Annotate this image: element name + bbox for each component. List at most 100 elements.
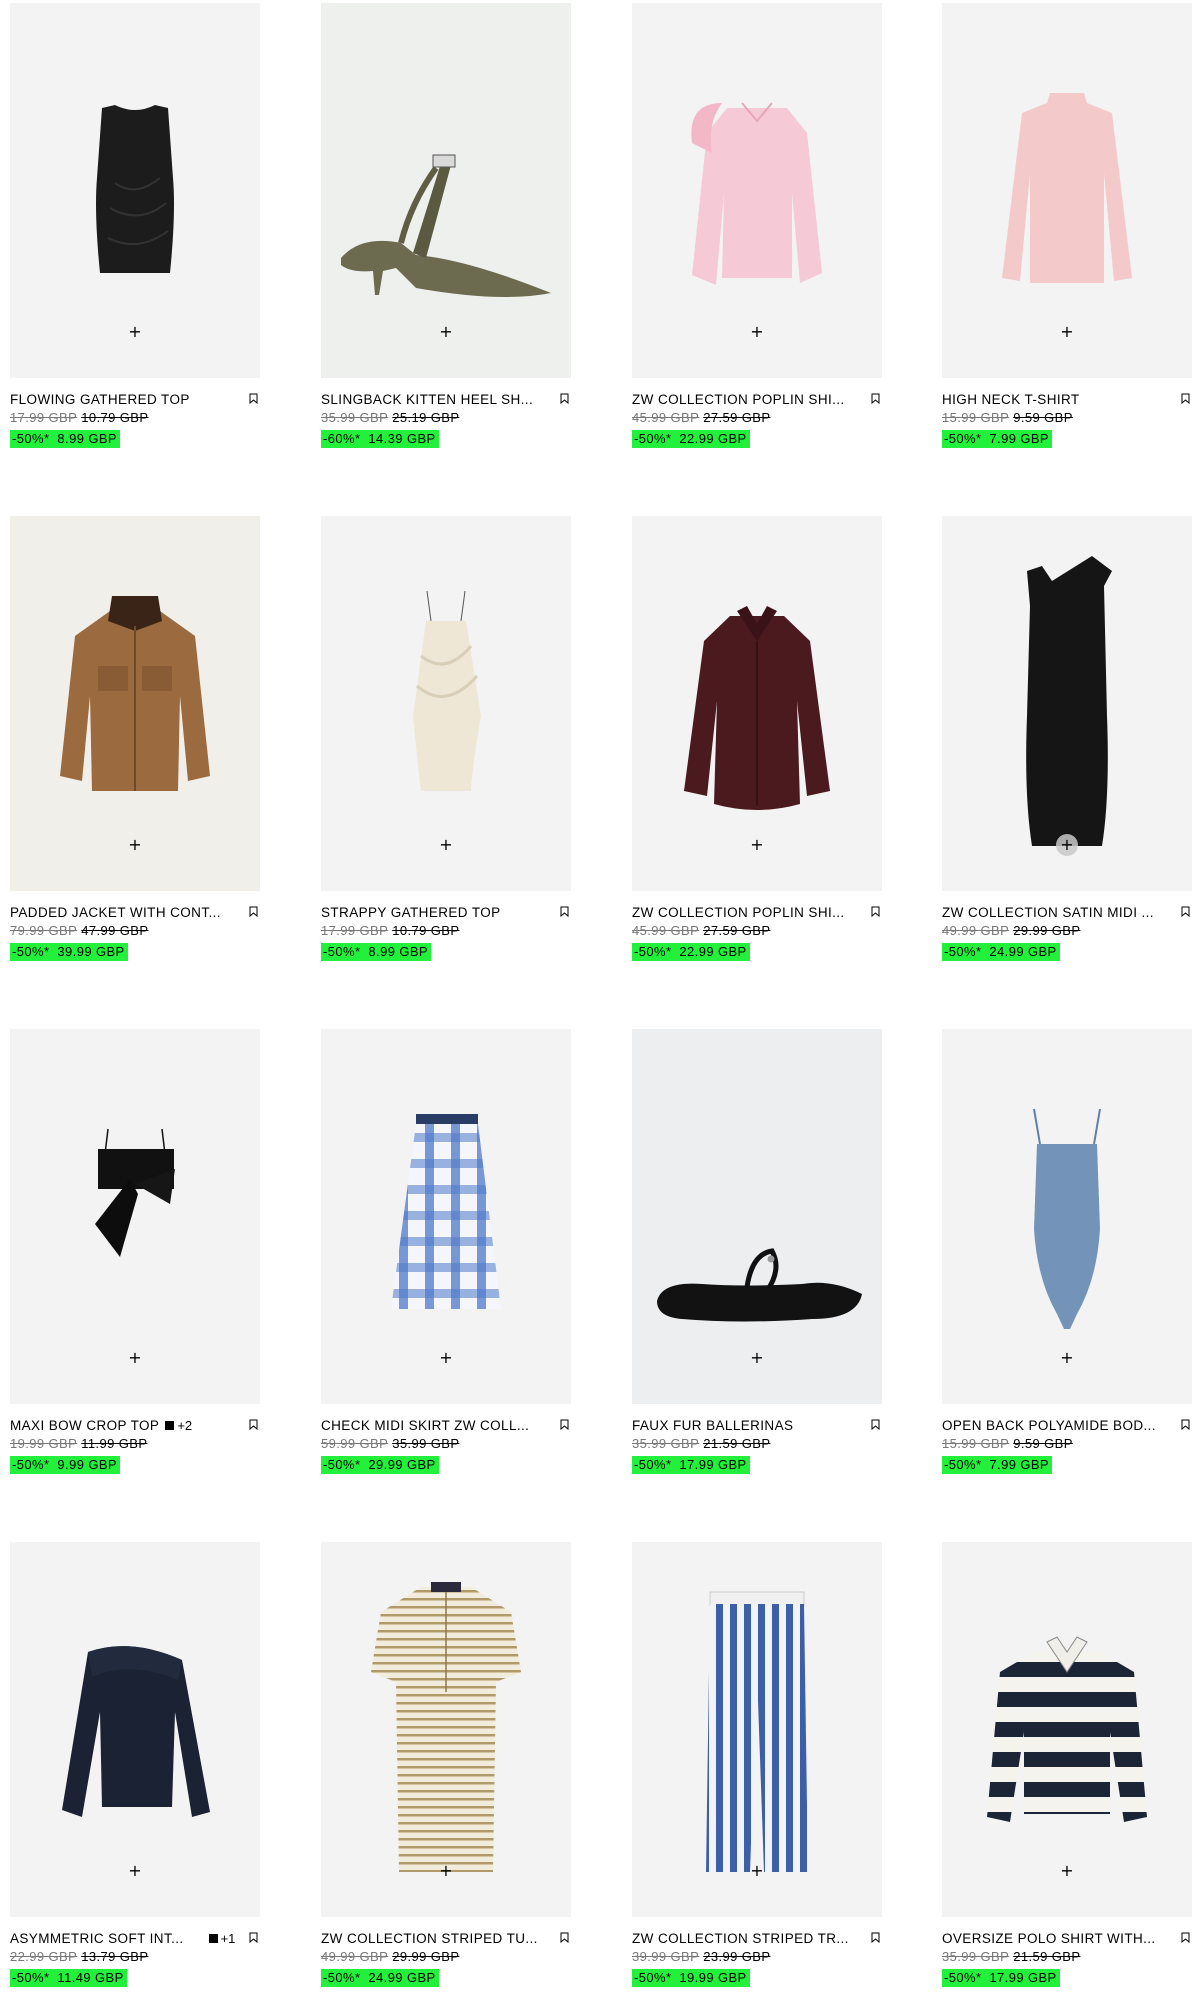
product-card[interactable]: + STRAPPY GATHERED TOP 17.99 GBP 10.79 GB… <box>321 516 571 961</box>
product-name[interactable]: SLINGBACK KITTEN HEEL SH... <box>321 392 533 407</box>
previous-price: 9.59 GBP <box>1013 1436 1073 1451</box>
price-row: 17.99 GBP 10.79 GBP <box>10 410 260 426</box>
product-name[interactable]: CHECK MIDI SKIRT ZW COLL... <box>321 1418 529 1433</box>
sale-badge: -50%* 17.99 GBP <box>942 1969 1060 1987</box>
original-price: 15.99 GBP <box>942 1436 1010 1451</box>
product-name[interactable]: OVERSIZE POLO SHIRT WITH... <box>942 1931 1156 1946</box>
bookmark-icon[interactable] <box>871 1419 880 1430</box>
bookmark-icon[interactable] <box>1181 393 1190 404</box>
product-card[interactable]: + ZW COLLECTION POPLIN SHI... 45.99 GBP 2… <box>632 516 882 961</box>
add-to-cart-plus-icon[interactable]: + <box>124 1860 146 1882</box>
product-name[interactable]: ZW COLLECTION POPLIN SHI... <box>632 392 845 407</box>
product-name[interactable]: OPEN BACK POLYAMIDE BOD... <box>942 1418 1156 1433</box>
sale-badge: -50%* 8.99 GBP <box>321 943 431 961</box>
product-card[interactable]: + FAUX FUR BALLERINAS 35.99 GBP 21.59 GBP… <box>632 1029 882 1474</box>
bookmark-icon[interactable] <box>560 1419 569 1430</box>
product-card[interactable]: + ASYMMETRIC SOFT INT... +1 22.99 GBP 13.7… <box>10 1542 260 1987</box>
color-swatch[interactable] <box>165 1420 175 1430</box>
add-to-cart-plus-icon[interactable]: + <box>1056 834 1078 856</box>
bookmark-icon[interactable] <box>560 906 569 917</box>
product-image[interactable]: + <box>632 516 882 891</box>
product-image[interactable]: + <box>10 516 260 891</box>
add-to-cart-plus-icon[interactable]: + <box>1056 1347 1078 1369</box>
bookmark-icon[interactable] <box>1181 906 1190 917</box>
extra-colors-count[interactable]: +2 <box>177 1418 192 1433</box>
bookmark-icon[interactable] <box>871 393 880 404</box>
product-image[interactable]: + <box>942 516 1192 891</box>
bookmark-icon[interactable] <box>249 1419 258 1430</box>
add-to-cart-plus-icon[interactable]: + <box>124 834 146 856</box>
product-card[interactable]: + ZW COLLECTION POPLIN SHI... 45.99 GBP 2… <box>632 3 882 448</box>
product-image[interactable]: + <box>10 1542 260 1917</box>
sale-price: 11.49 GBP <box>57 1970 124 1985</box>
sale-price: 7.99 GBP <box>989 431 1049 446</box>
add-to-cart-plus-icon[interactable]: + <box>746 834 768 856</box>
add-to-cart-plus-icon[interactable]: + <box>435 1347 457 1369</box>
product-image[interactable]: + <box>942 3 1192 378</box>
product-name[interactable]: ZW COLLECTION POPLIN SHI... <box>632 905 845 920</box>
product-card[interactable]: + FLOWING GATHERED TOP 17.99 GBP 10.79 GB… <box>10 3 260 448</box>
add-to-cart-plus-icon[interactable]: + <box>435 321 457 343</box>
product-name[interactable]: ASYMMETRIC SOFT INT... <box>10 1931 184 1946</box>
bookmark-icon[interactable] <box>1181 1419 1190 1430</box>
product-card[interactable]: + SLINGBACK KITTEN HEEL SH... 35.99 GBP 2… <box>321 3 571 448</box>
sale-badge: -50%* 22.99 GBP <box>632 430 750 448</box>
product-image[interactable]: + <box>632 3 882 378</box>
product-name[interactable]: ZW COLLECTION STRIPED TR... <box>632 1931 849 1946</box>
previous-price: 10.79 GBP <box>392 923 460 938</box>
previous-price: 35.99 GBP <box>392 1436 460 1451</box>
product-image[interactable]: + <box>632 1029 882 1404</box>
original-price: 59.99 GBP <box>321 1436 389 1451</box>
product-image[interactable]: + <box>10 1029 260 1404</box>
bookmark-icon[interactable] <box>249 906 258 917</box>
product-name[interactable]: STRAPPY GATHERED TOP <box>321 905 501 920</box>
product-image[interactable]: + <box>10 3 260 378</box>
color-swatch[interactable] <box>208 1933 218 1943</box>
discount-percent: -50%* <box>634 1970 672 1985</box>
product-name[interactable]: ZW COLLECTION STRIPED TU... <box>321 1931 538 1946</box>
bookmark-icon[interactable] <box>560 1932 569 1943</box>
product-image[interactable]: + <box>321 3 571 378</box>
product-card[interactable]: + CHECK MIDI SKIRT ZW COLL... 59.99 GBP 3… <box>321 1029 571 1474</box>
bookmark-icon[interactable] <box>871 1932 880 1943</box>
bookmark-icon[interactable] <box>249 1932 258 1943</box>
bookmark-icon[interactable] <box>871 906 880 917</box>
product-name[interactable]: FLOWING GATHERED TOP <box>10 392 190 407</box>
add-to-cart-plus-icon[interactable]: + <box>1056 321 1078 343</box>
product-card[interactable]: + ZW COLLECTION STRIPED TU... 49.99 GBP 2… <box>321 1542 571 1987</box>
discount-percent: -50%* <box>323 1970 361 1985</box>
product-card[interactable]: + ZW COLLECTION SATIN MIDI ... 49.99 GBP… <box>942 516 1192 961</box>
product-image[interactable]: + <box>321 516 571 891</box>
bookmark-icon[interactable] <box>1181 1932 1190 1943</box>
discount-percent: -60%* <box>323 431 361 446</box>
product-name[interactable]: HIGH NECK T-SHIRT <box>942 392 1080 407</box>
extra-colors-count[interactable]: +1 <box>221 1931 236 1946</box>
product-card[interactable]: + OVERSIZE POLO SHIRT WITH... 35.99 GBP 2… <box>942 1542 1192 1987</box>
bookmark-icon[interactable] <box>560 393 569 404</box>
product-image[interactable]: + <box>321 1542 571 1917</box>
product-name[interactable]: PADDED JACKET WITH CONT... <box>10 905 221 920</box>
add-to-cart-plus-icon[interactable]: + <box>746 321 768 343</box>
add-to-cart-plus-icon[interactable]: + <box>435 1860 457 1882</box>
add-to-cart-plus-icon[interactable]: + <box>124 321 146 343</box>
product-name[interactable]: ZW COLLECTION SATIN MIDI ... <box>942 905 1154 920</box>
add-to-cart-plus-icon[interactable]: + <box>746 1347 768 1369</box>
product-image[interactable]: + <box>632 1542 882 1917</box>
product-card[interactable]: + ZW COLLECTION STRIPED TR... 39.99 GBP 2… <box>632 1542 882 1987</box>
bookmark-icon[interactable] <box>249 393 258 404</box>
product-card[interactable]: + HIGH NECK T-SHIRT 15.99 GBP 9.59 GBP -5… <box>942 3 1192 448</box>
add-to-cart-plus-icon[interactable]: + <box>746 1860 768 1882</box>
product-image[interactable]: + <box>321 1029 571 1404</box>
product-image[interactable]: + <box>942 1029 1192 1404</box>
product-card[interactable]: + PADDED JACKET WITH CONT... 79.99 GBP 47… <box>10 516 260 961</box>
product-image[interactable]: + <box>942 1542 1192 1917</box>
add-to-cart-plus-icon[interactable]: + <box>435 834 457 856</box>
product-card[interactable]: + MAXI BOW CROP TOP +2 19.99 GBP 11.99 GBP… <box>10 1029 260 1474</box>
original-price: 35.99 GBP <box>942 1949 1010 1964</box>
sale-badge: -50%* 24.99 GBP <box>321 1969 439 1987</box>
product-card[interactable]: + OPEN BACK POLYAMIDE BOD... 15.99 GBP 9.… <box>942 1029 1192 1474</box>
add-to-cart-plus-icon[interactable]: + <box>1056 1860 1078 1882</box>
product-name[interactable]: FAUX FUR BALLERINAS <box>632 1418 793 1433</box>
product-name[interactable]: MAXI BOW CROP TOP <box>10 1418 159 1433</box>
add-to-cart-plus-icon[interactable]: + <box>124 1347 146 1369</box>
